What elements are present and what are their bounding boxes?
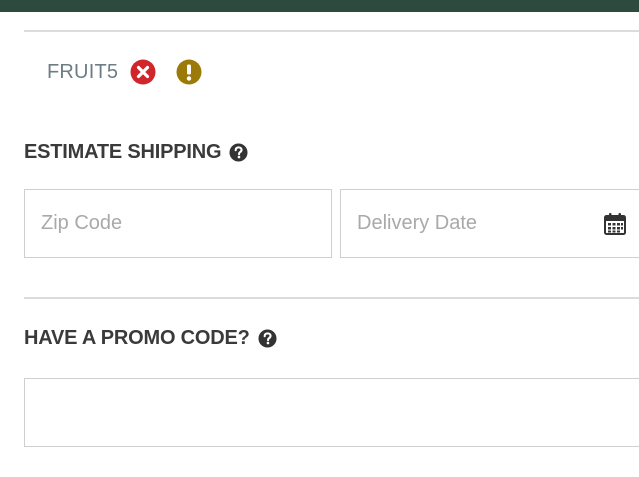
warning-icon [176,59,202,85]
promo-code-title: HAVE A PROMO CODE? [24,327,250,349]
question-circle-icon[interactable] [258,329,277,348]
divider-middle [24,297,639,299]
zip-code-input[interactable] [25,190,331,257]
applied-promo-row: FRUIT5 [47,58,202,86]
promo-code-input[interactable] [25,379,639,446]
applied-promo-code: FRUIT5 [47,60,119,83]
estimate-shipping-heading: ESTIMATE SHIPPING [24,141,248,164]
delivery-date-input[interactable] [341,190,639,257]
promo-code-field[interactable] [24,378,639,447]
promo-code-heading: HAVE A PROMO CODE? [24,327,277,350]
calendar-icon[interactable] [603,212,627,236]
zip-code-field[interactable] [24,189,332,258]
top-bar [0,0,639,12]
question-circle-icon[interactable] [229,143,248,162]
remove-promo-icon[interactable] [130,59,156,85]
estimate-shipping-title: ESTIMATE SHIPPING [24,141,222,163]
delivery-date-field[interactable] [340,189,639,258]
divider-top [24,30,639,32]
